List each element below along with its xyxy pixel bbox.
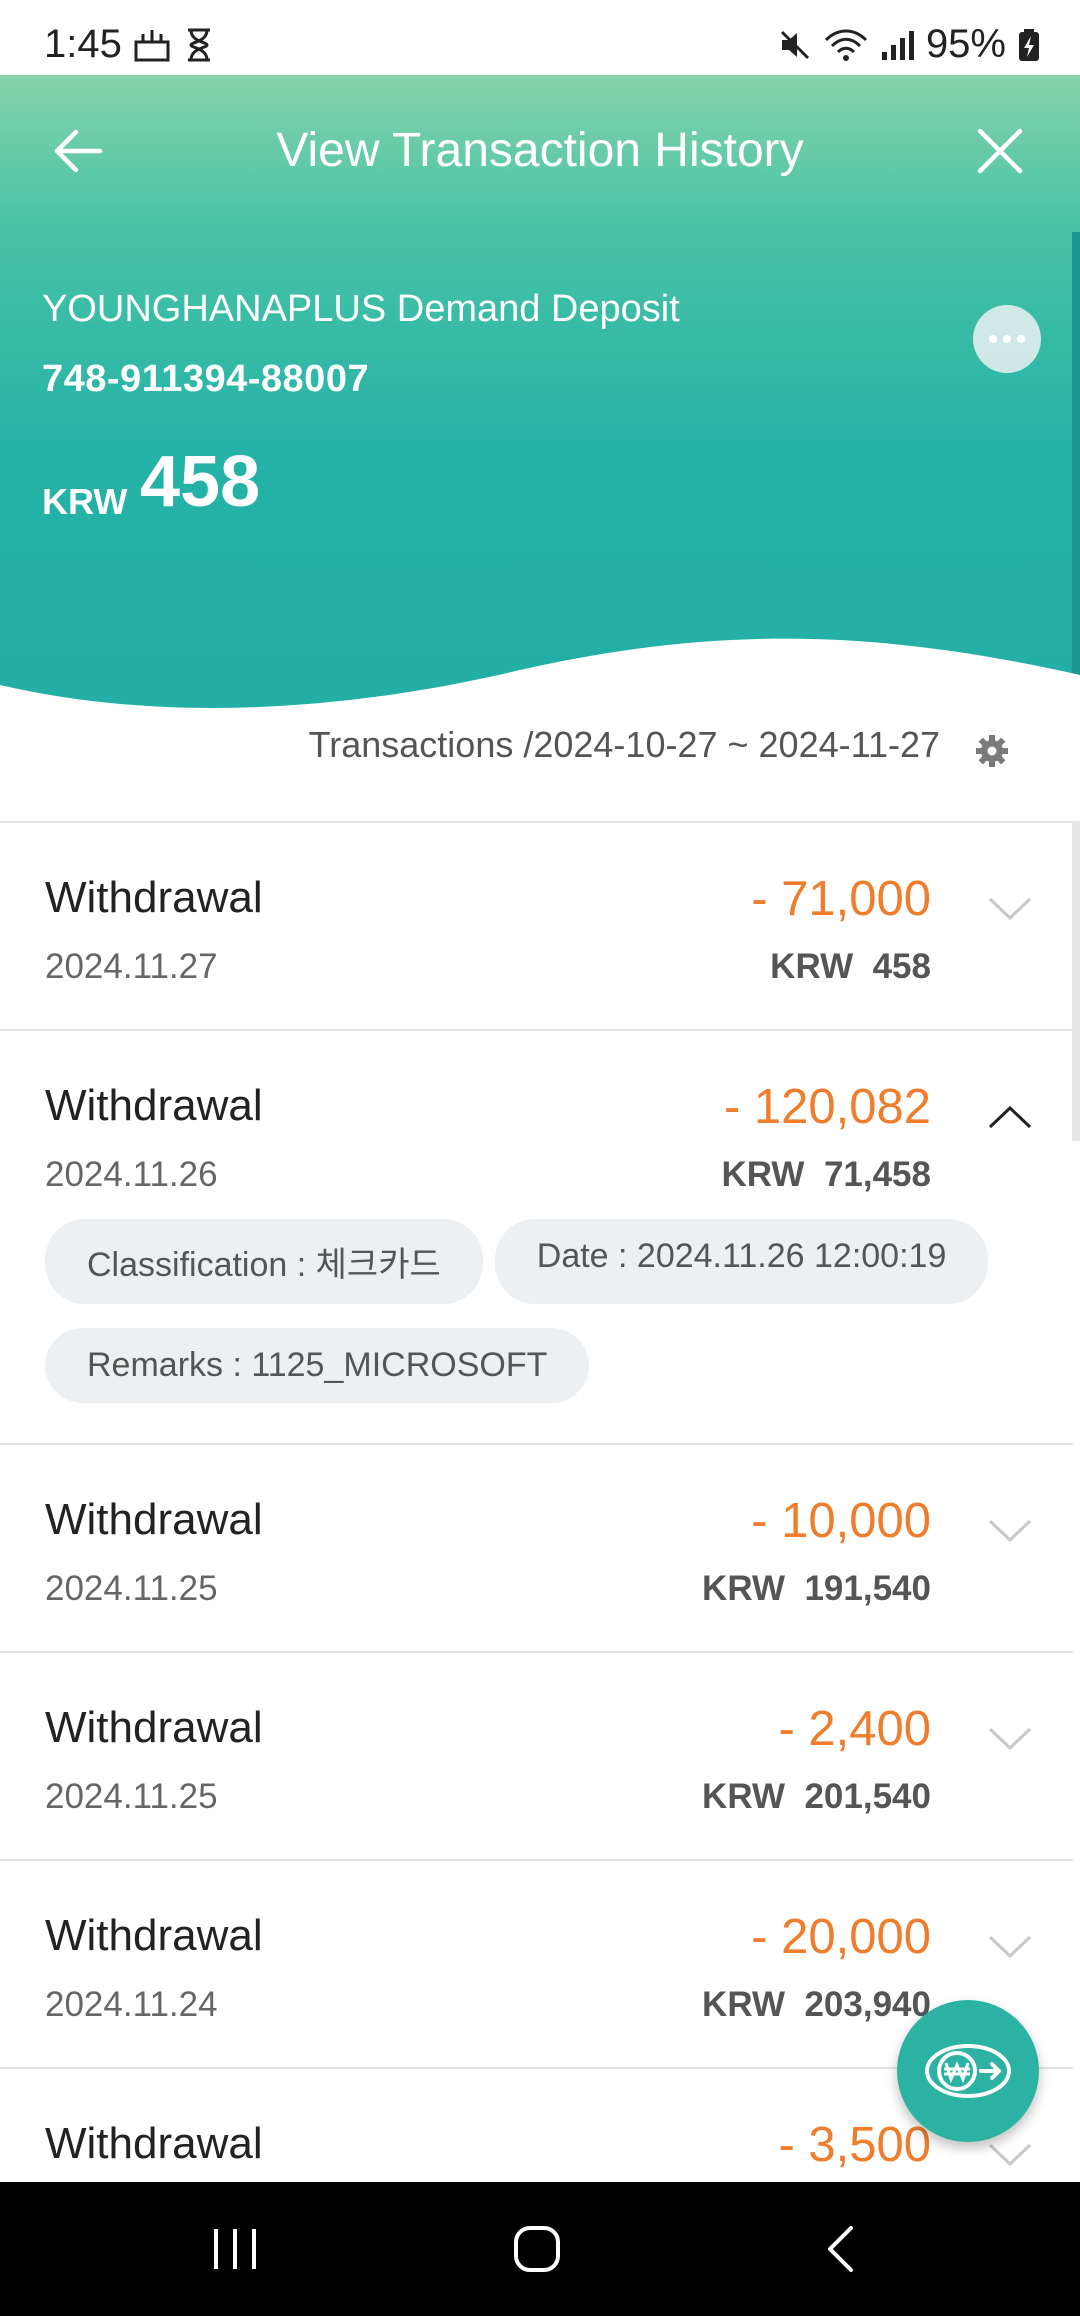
mute-icon xyxy=(780,30,809,59)
transaction-balance: KRW 71,458 xyxy=(722,1155,931,1195)
balance-value: 458 xyxy=(872,947,931,986)
transaction-amount: - 3,500 xyxy=(778,2118,931,2172)
transaction-amount: - 2,400 xyxy=(778,1702,931,1756)
recent-apps-button[interactable] xyxy=(135,2182,335,2316)
transaction-type: Withdrawal xyxy=(45,1703,263,1752)
balance-currency-label: KRW xyxy=(702,1569,786,1608)
transaction-type: Withdrawal xyxy=(45,873,263,922)
transaction-balance: KRW 191,540 xyxy=(702,1569,931,1609)
period-label: Transactions /2024-10-27 ~ 2024-11-27 xyxy=(308,724,940,765)
chevron-down-icon[interactable] xyxy=(987,1725,1033,1753)
transaction-type: Withdrawal xyxy=(45,1081,263,1130)
balance-currency-label: KRW xyxy=(702,1777,786,1816)
close-button[interactable] xyxy=(976,127,1024,175)
balance-value: 191,540 xyxy=(804,1569,931,1608)
battery-icon xyxy=(1019,28,1039,61)
transaction-amount: - 120,082 xyxy=(723,1080,931,1134)
transaction-row[interactable]: Withdrawal 2024.11.27 - 71,000 KRW 458 xyxy=(0,823,1073,1031)
account-number: 748-911394-88007 xyxy=(42,358,370,400)
balance-currency-label: KRW xyxy=(770,947,854,986)
transaction-balance: KRW 458 xyxy=(770,947,931,987)
transaction-type: Withdrawal xyxy=(45,1911,263,1960)
list-scrollbar[interactable] xyxy=(1072,821,1080,1141)
transaction-amount: - 10,000 xyxy=(751,1494,931,1548)
back-nav-button[interactable] xyxy=(740,2182,940,2316)
hourglass-icon xyxy=(188,28,210,62)
back-chevron-icon xyxy=(828,2226,853,2272)
chevron-down-icon[interactable] xyxy=(987,2141,1033,2169)
balance-currency-label: KRW xyxy=(721,1155,805,1194)
transaction-date: 2024.11.24 xyxy=(45,1985,218,2024)
datetime-chip: Date : 2024.11.26 12:00:19 xyxy=(494,1219,989,1304)
transaction-date: 2024.11.25 xyxy=(45,1777,218,1816)
account-header: View Transaction History YOUNGHANAPLUS D… xyxy=(0,75,1080,755)
recent-apps-icon xyxy=(214,2229,256,2269)
home-button[interactable] xyxy=(437,2182,637,2316)
signal-icon xyxy=(881,30,914,60)
wifi-icon xyxy=(824,29,867,61)
transaction-balance: KRW 201,540 xyxy=(702,1777,931,1817)
transaction-amount: - 71,000 xyxy=(751,872,931,926)
more-dot xyxy=(1003,335,1011,343)
status-bar: 1:45 95% xyxy=(0,0,1080,75)
transaction-row[interactable]: Withdrawal 2024.11.25 - 2,400 KRW 201,54… xyxy=(0,1653,1073,1861)
currency-exchange-button[interactable] xyxy=(897,2000,1039,2142)
chevron-down-icon[interactable] xyxy=(987,1517,1033,1545)
transaction-row-expanded[interactable]: Withdrawal 2024.11.26 - 120,082 KRW 71,4… xyxy=(0,1031,1073,1445)
battery-level: 95% xyxy=(925,22,1006,66)
status-left-icons xyxy=(133,28,213,62)
balance-value: 71,458 xyxy=(823,1155,931,1194)
currency-exchange-icon xyxy=(925,2044,1011,2098)
account-balance: 458 xyxy=(140,442,261,522)
transaction-details: Classification : 체크카드 Date : 2024.11.26 … xyxy=(0,1219,1073,1443)
transaction-type: Withdrawal xyxy=(45,2119,263,2168)
balance-value: 203,940 xyxy=(804,1985,931,2024)
transaction-date: 2024.11.25 xyxy=(45,1569,218,1608)
transaction-row[interactable]: Withdrawal 2024.11.25 - 10,000 KRW 191,5… xyxy=(0,1445,1073,1653)
more-dot xyxy=(1017,335,1025,343)
transaction-type: Withdrawal xyxy=(45,1495,263,1544)
system-nav-bar xyxy=(0,2182,1080,2316)
settings-button[interactable] xyxy=(975,734,1009,768)
period-row: Transactions /2024-10-27 ~ 2024-11-27 xyxy=(0,720,1080,820)
notification-icon xyxy=(134,30,170,62)
chevron-down-icon[interactable] xyxy=(987,895,1033,923)
status-time: 1:45 xyxy=(44,22,122,66)
more-horizontal-icon xyxy=(989,335,997,343)
transaction-amount: - 20,000 xyxy=(751,1910,931,1964)
remarks-chip: Remarks : 1125_MICROSOFT xyxy=(45,1328,590,1403)
status-right-icons: 95% xyxy=(778,22,1040,67)
transaction-date: 2024.11.27 xyxy=(45,947,218,986)
transaction-date: 2024.11.26 xyxy=(45,1155,218,1194)
account-name: YOUNGHANAPLUS Demand Deposit xyxy=(42,288,680,330)
balance-value: 201,540 xyxy=(804,1777,931,1816)
classification-chip: Classification : 체크카드 xyxy=(45,1219,483,1304)
home-icon xyxy=(514,2226,560,2272)
chevron-up-icon[interactable] xyxy=(987,1103,1033,1131)
balance-currency-label: KRW xyxy=(702,1985,786,2024)
balance-currency: KRW xyxy=(42,481,128,522)
transaction-balance: KRW 203,940 xyxy=(702,1985,931,2025)
chevron-down-icon[interactable] xyxy=(987,1933,1033,1961)
page-title: View Transaction History xyxy=(276,124,804,177)
more-options-button[interactable] xyxy=(973,305,1041,373)
